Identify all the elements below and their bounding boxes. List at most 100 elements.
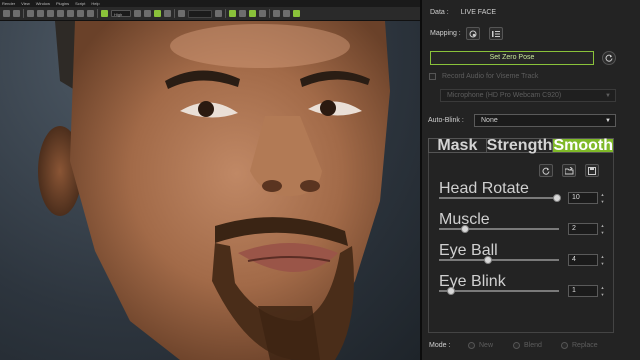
eye-ball-spinner[interactable]: ▲ ▼ [599,254,606,266]
character-face-render [38,21,390,360]
3d-viewport[interactable] [0,21,420,360]
save-preset-button[interactable] [585,164,599,177]
toolbar-divider [225,9,226,18]
mode-replace-label: Replace [572,342,598,349]
set-zero-pose-button[interactable]: Set Zero Pose [430,51,594,65]
chevron-down-icon: ▼ [605,117,611,124]
muscle-slider-thumb[interactable] [461,225,470,233]
refresh-icon [605,54,613,62]
save-icon [588,166,596,175]
mode-blend-label: Blend [524,342,542,349]
pan-icon[interactable] [77,10,84,17]
rotate-icon[interactable] [47,10,54,17]
eye-blink-slider-thumb[interactable] [447,287,455,295]
camera-icon[interactable] [67,10,74,17]
menu-render[interactable]: Render [2,0,15,7]
toolbar-divider [174,9,175,18]
menu-view[interactable]: View [21,0,30,7]
muscle-slider-track[interactable] [439,228,559,230]
head-rotate-slider-thumb[interactable] [552,194,561,202]
menu-plugins[interactable]: Plugins [56,0,69,7]
folder-open-icon [564,166,573,174]
eye-blink-slider-track[interactable] [439,290,559,292]
chevron-up-icon[interactable]: ▲ [601,285,605,290]
list-icon [491,30,500,37]
mode-row: Mode : [429,342,450,349]
bone-icon[interactable] [229,10,236,17]
record-audio-row: Record Audio for Viseme Track [429,73,538,80]
chevron-down-icon: ▼ [605,92,611,99]
axis-icon[interactable] [215,10,222,17]
value-field[interactable] [188,9,212,18]
eye-ball-slider-thumb[interactable] [484,256,493,264]
light-icon[interactable] [144,10,151,17]
scale-icon[interactable] [57,10,64,17]
reset-smooth-button[interactable] [539,164,553,177]
mode-new-radio[interactable] [468,342,475,349]
data-label: Data : [430,9,449,16]
curve-icon[interactable] [259,10,266,17]
face-mapping-icon [469,30,477,37]
redo-icon[interactable] [13,10,20,17]
wireframe-icon[interactable] [154,10,161,17]
toolbar-divider [269,9,270,18]
eye-ball-slider-track[interactable] [439,259,559,261]
chevron-down-icon[interactable]: ▼ [601,199,605,204]
snap-icon[interactable] [178,10,185,17]
move-icon[interactable] [37,10,44,17]
reset-button[interactable] [602,51,616,65]
chevron-up-icon[interactable]: ▲ [601,254,605,259]
mode-new-label: New [479,342,494,349]
head-rotate-slider-track[interactable] [439,197,559,199]
head-rotate-value-input[interactable]: 10 [568,192,598,204]
undo-icon[interactable] [3,10,10,17]
menu-help[interactable]: Help [91,0,99,7]
motion-icon[interactable] [249,10,256,17]
tab-mask[interactable]: Mask [429,138,487,154]
record-audio-label: Record Audio for Viseme Track [442,73,539,80]
tab-smooth[interactable]: Smooth [553,138,613,154]
toolbar-divider [97,9,98,18]
mode-new-option[interactable]: New [468,342,493,349]
face-icon[interactable] [293,10,300,17]
menu-window[interactable]: Window [36,0,50,7]
toolbar: High [0,7,420,21]
eye-ball-value-input[interactable]: 4 [568,254,598,266]
mode-blend-radio[interactable] [513,342,520,349]
tab-strength[interactable]: Strength [486,138,554,154]
muscle-spinner[interactable]: ▲ ▼ [599,223,606,235]
head-rotate-spinner[interactable]: ▲ ▼ [599,192,606,204]
mapping-face-button[interactable] [465,27,480,40]
zoom-icon[interactable] [87,10,94,17]
mapping-list-button[interactable] [488,27,503,40]
audio-device-value: Microphone (HD Pro Webcam C920) [447,92,562,99]
muscle-value-input[interactable]: 2 [568,223,598,235]
eye-blink-value-input[interactable]: 1 [568,285,598,297]
auto-blink-select[interactable]: None ▼ [474,114,616,127]
mode-replace-option[interactable]: Replace [561,342,598,349]
render-icon[interactable] [134,10,141,17]
chevron-up-icon[interactable]: ▲ [601,223,605,228]
chevron-down-icon[interactable]: ▼ [601,292,605,297]
menu-script[interactable]: Script [75,0,85,7]
shading-icon[interactable] [164,10,171,17]
grid-icon[interactable] [101,10,108,17]
mode-replace-radio[interactable] [561,342,568,349]
select-icon[interactable] [27,10,34,17]
audio-icon[interactable] [283,10,290,17]
auto-blink-value: None [481,117,498,124]
quality-select[interactable]: High [111,10,131,17]
chevron-down-icon[interactable]: ▼ [601,230,605,235]
load-preset-button[interactable] [562,164,576,177]
chevron-down-icon[interactable]: ▼ [601,261,605,266]
head-rotate-label: Head Rotate [439,180,529,197]
record-audio-checkbox[interactable] [429,73,436,80]
audio-device-select[interactable]: Microphone (HD Pro Webcam C920) ▼ [440,89,616,102]
smooth-settings-group: Head Rotate 10 ▲ ▼ Muscle 2 ▲ ▼ Eye Ball 4 ▲ ▼ Eye B… [428,153,614,333]
timeline-icon[interactable] [273,10,280,17]
eye-blink-spinner[interactable]: ▲ ▼ [599,285,606,297]
menu-bar: Render View Window Plugins Script Help [0,0,422,7]
ik-icon[interactable] [239,10,246,17]
chevron-up-icon[interactable]: ▲ [601,192,605,197]
mode-blend-option[interactable]: Blend [513,342,542,349]
